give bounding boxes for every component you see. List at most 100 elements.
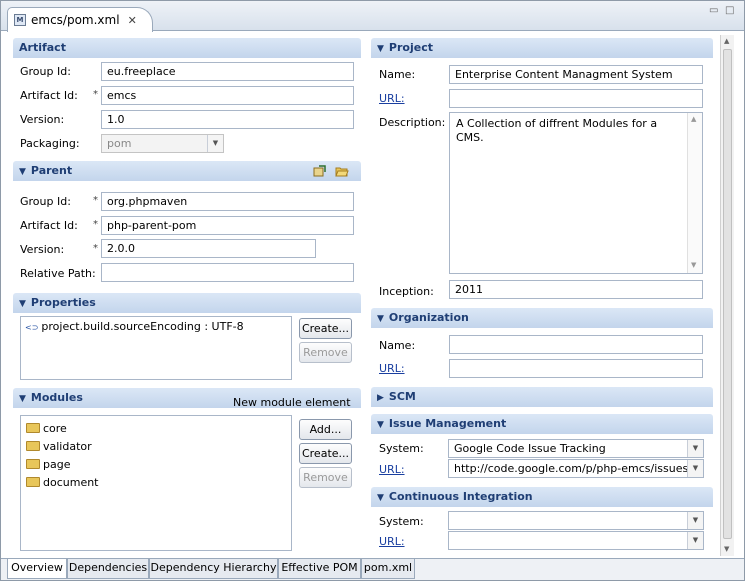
- minimize-icon[interactable]: ▭: [709, 5, 718, 16]
- module-item-label: validator: [43, 440, 92, 453]
- open-parent-icon[interactable]: [313, 165, 327, 177]
- artifact-section-header: Artifact: [13, 38, 361, 58]
- project-description-text: A Collection of diffrent Modules for a C…: [456, 117, 658, 144]
- organization-url-field[interactable]: [449, 359, 703, 378]
- collapse-arrow-icon: ▼: [19, 394, 26, 404]
- properties-remove-button[interactable]: Remove: [299, 342, 352, 363]
- modules-create-button[interactable]: Create...: [299, 443, 352, 464]
- organization-name-label: Name:: [379, 339, 416, 352]
- module-item-core[interactable]: core: [26, 422, 67, 436]
- issue-url-combo[interactable]: http://code.google.com/p/php-emcs/issues…: [448, 459, 704, 478]
- organization-title: Organization: [388, 311, 469, 324]
- parent-group-id-field[interactable]: org.phpmaven: [101, 192, 354, 211]
- parent-version-field[interactable]: 2.0.0: [101, 239, 316, 258]
- folder-icon: [26, 423, 40, 433]
- scroll-up-icon[interactable]: ▲: [691, 115, 696, 123]
- modules-title: Modules: [30, 391, 83, 404]
- artifact-id-field[interactable]: emcs: [101, 86, 354, 105]
- packaging-label: Packaging:: [20, 137, 80, 150]
- modules-add-button[interactable]: Add...: [299, 419, 352, 440]
- parent-group-id-label: Group Id:: [20, 195, 71, 208]
- issue-system-combo[interactable]: Google Code Issue Tracking ▼: [448, 439, 704, 458]
- parent-artifact-id-label: Artifact Id:: [20, 219, 78, 232]
- issue-management-title: Issue Management: [388, 417, 507, 430]
- collapse-arrow-icon: ▼: [377, 493, 384, 503]
- description-scrollbar[interactable]: ▲ ▼: [687, 113, 702, 273]
- pom-editor-window: M emcs/pom.xml ✕ ▭ □ Artifact Group Id: …: [0, 0, 745, 581]
- folder-icon: [26, 459, 40, 469]
- inception-field[interactable]: 2011: [449, 280, 703, 299]
- module-item-page[interactable]: page: [26, 458, 70, 472]
- editor-tab-bar: M emcs/pom.xml ✕ ▭ □: [1, 1, 744, 32]
- scrollbar-thumb[interactable]: [723, 49, 732, 539]
- project-name-field[interactable]: Enterprise Content Managment System: [449, 65, 703, 84]
- chevron-down-icon: ▼: [687, 460, 703, 477]
- expand-arrow-icon: ▶: [377, 393, 384, 403]
- collapse-arrow-icon: ▼: [19, 167, 26, 177]
- module-item-label: document: [43, 476, 99, 489]
- project-url-link[interactable]: URL:: [379, 92, 405, 106]
- chevron-down-icon: ▼: [687, 440, 703, 457]
- ci-system-combo[interactable]: ▼: [448, 511, 704, 530]
- maximize-icon[interactable]: □: [725, 5, 734, 16]
- modules-list[interactable]: core validator page document: [20, 415, 292, 551]
- new-module-element-link[interactable]: New module element: [233, 396, 351, 410]
- organization-section-header[interactable]: ▼ Organization: [371, 308, 713, 328]
- relative-path-label: Relative Path:: [20, 267, 96, 280]
- issue-url-link[interactable]: URL:: [379, 463, 405, 477]
- folder-icon: [26, 441, 40, 451]
- collapse-arrow-icon: ▼: [377, 420, 384, 430]
- artifact-title: Artifact: [19, 41, 66, 54]
- required-marker: *: [93, 89, 98, 100]
- inception-label: Inception:: [379, 285, 434, 298]
- chevron-down-icon: ▼: [687, 532, 703, 549]
- artifact-id-label: Artifact Id:: [20, 89, 78, 102]
- parent-section-header[interactable]: ▼ Parent: [13, 161, 361, 181]
- folder-icon: [26, 477, 40, 487]
- collapse-arrow-icon: ▼: [377, 314, 384, 324]
- tab-pom-xml[interactable]: pom.xml: [361, 559, 415, 579]
- packaging-combo[interactable]: pom ▼: [101, 134, 224, 153]
- issue-system-label: System:: [379, 442, 424, 455]
- organization-url-link[interactable]: URL:: [379, 362, 405, 376]
- scm-section-header[interactable]: ▶ SCM: [371, 387, 713, 407]
- tab-effective-pom[interactable]: Effective POM: [278, 559, 361, 579]
- scroll-down-icon[interactable]: ▼: [724, 545, 729, 553]
- tab-dependencies[interactable]: Dependencies: [67, 559, 149, 579]
- collapse-arrow-icon: ▼: [377, 44, 384, 54]
- ci-url-combo[interactable]: ▼: [448, 531, 704, 550]
- chevron-down-icon: ▼: [687, 512, 703, 529]
- organization-name-field[interactable]: [449, 335, 703, 354]
- ci-url-link[interactable]: URL:: [379, 535, 405, 549]
- select-parent-folder-icon[interactable]: [335, 165, 349, 177]
- module-item-label: core: [43, 422, 67, 435]
- ci-section-header[interactable]: ▼ Continuous Integration: [371, 487, 713, 507]
- issue-management-section-header[interactable]: ▼ Issue Management: [371, 414, 713, 434]
- editor-tab-pom[interactable]: M emcs/pom.xml ✕: [7, 7, 153, 32]
- module-item-document[interactable]: document: [26, 476, 99, 490]
- scm-title: SCM: [388, 390, 416, 403]
- issue-url-value: http://code.google.com/p/php-emcs/issues: [454, 462, 689, 475]
- modules-remove-button[interactable]: Remove: [299, 467, 352, 488]
- project-url-field[interactable]: [449, 89, 703, 108]
- project-title: Project: [388, 41, 433, 54]
- project-section-header[interactable]: ▼ Project: [371, 38, 713, 58]
- module-item-label: page: [43, 458, 71, 471]
- tab-overview[interactable]: Overview: [7, 559, 67, 579]
- artifact-group-id-field[interactable]: eu.freeplace: [101, 62, 354, 81]
- packaging-value: pom: [107, 137, 132, 150]
- project-description-field[interactable]: A Collection of diffrent Modules for a C…: [449, 112, 703, 274]
- parent-artifact-id-field[interactable]: php-parent-pom: [101, 216, 354, 235]
- close-tab-icon[interactable]: ✕: [128, 14, 137, 27]
- editor-vertical-scrollbar[interactable]: ▲ ▼: [720, 35, 734, 556]
- artifact-version-field[interactable]: 1.0: [101, 110, 354, 129]
- scroll-down-icon[interactable]: ▼: [691, 261, 696, 269]
- property-item[interactable]: <⊃ project.build.sourceEncoding : UTF-8: [25, 320, 244, 335]
- properties-create-button[interactable]: Create...: [299, 318, 352, 339]
- tab-dependency-hierarchy[interactable]: Dependency Hierarchy: [149, 559, 278, 579]
- module-item-validator[interactable]: validator: [26, 440, 92, 454]
- relative-path-field[interactable]: [101, 263, 354, 282]
- properties-section-header[interactable]: ▼ Properties: [13, 293, 361, 313]
- properties-list[interactable]: <⊃ project.build.sourceEncoding : UTF-8: [20, 316, 292, 380]
- scroll-up-icon[interactable]: ▲: [724, 37, 729, 45]
